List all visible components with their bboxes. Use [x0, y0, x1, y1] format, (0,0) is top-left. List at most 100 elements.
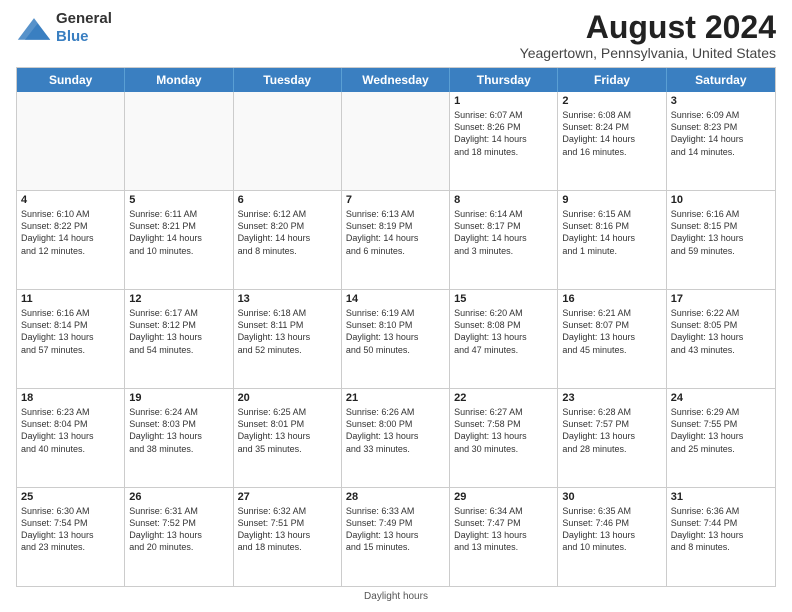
- day-number: 30: [562, 491, 661, 503]
- header-cell-monday: Monday: [125, 68, 233, 92]
- footer-note: Daylight hours: [16, 591, 776, 602]
- calendar-cell: 20Sunrise: 6:25 AM Sunset: 8:01 PM Dayli…: [234, 389, 342, 487]
- cell-details: Sunrise: 6:23 AM Sunset: 8:04 PM Dayligh…: [21, 406, 120, 455]
- day-number: 15: [454, 293, 553, 305]
- day-number: 5: [129, 194, 228, 206]
- logo-general: General: [56, 10, 112, 27]
- cell-details: Sunrise: 6:15 AM Sunset: 8:16 PM Dayligh…: [562, 208, 661, 257]
- cell-details: Sunrise: 6:16 AM Sunset: 8:15 PM Dayligh…: [671, 208, 771, 257]
- day-number: 31: [671, 491, 771, 503]
- day-number: 13: [238, 293, 337, 305]
- calendar-row-3: 11 Sunrise: 6:16 AM Sunset: 8:14 PM Dayli…: [17, 290, 775, 389]
- calendar-cell: 5 Sunrise: 6:11 AM Sunset: 8:21 PM Daylig…: [125, 191, 233, 289]
- calendar-cell: [17, 92, 125, 190]
- calendar-cell: 28Sunrise: 6:33 AM Sunset: 7:49 PM Dayli…: [342, 488, 450, 586]
- calendar-cell: 12Sunrise: 6:17 AM Sunset: 8:12 PM Dayli…: [125, 290, 233, 388]
- calendar-cell: 1Sunrise: 6:07 AM Sunset: 8:26 PM Daylig…: [450, 92, 558, 190]
- title-area: August 2024 Yeagertown, Pennsylvania, Un…: [520, 10, 776, 61]
- calendar-cell: 21Sunrise: 6:26 AM Sunset: 8:00 PM Dayli…: [342, 389, 450, 487]
- calendar-cell: 7 Sunrise: 6:13 AM Sunset: 8:19 PM Daylig…: [342, 191, 450, 289]
- day-number: 2: [562, 95, 661, 107]
- cell-details: Sunrise: 6:14 AM Sunset: 8:17 PM Dayligh…: [454, 208, 553, 257]
- calendar-cell: 4 Sunrise: 6:10 AM Sunset: 8:22 PM Daylig…: [17, 191, 125, 289]
- day-number: 10: [671, 194, 771, 206]
- day-number: 22: [454, 392, 553, 404]
- day-number: 7: [346, 194, 445, 206]
- calendar-cell: 9 Sunrise: 6:15 AM Sunset: 8:16 PM Daylig…: [558, 191, 666, 289]
- cell-details: Sunrise: 6:12 AM Sunset: 8:20 PM Dayligh…: [238, 208, 337, 257]
- day-number: 14: [346, 293, 445, 305]
- logo-blue: Blue: [56, 28, 89, 45]
- calendar-cell: 29Sunrise: 6:34 AM Sunset: 7:47 PM Dayli…: [450, 488, 558, 586]
- calendar-cell: 30 Sunrise: 6:35 AM Sunset: 7:46 PM Dayli…: [558, 488, 666, 586]
- calendar: SundayMondayTuesdayWednesdayThursdayFrid…: [16, 67, 776, 587]
- header-cell-friday: Friday: [558, 68, 666, 92]
- calendar-cell: 11 Sunrise: 6:16 AM Sunset: 8:14 PM Dayli…: [17, 290, 125, 388]
- calendar-row-4: 18 Sunrise: 6:23 AM Sunset: 8:04 PM Dayli…: [17, 389, 775, 488]
- cell-details: Sunrise: 6:07 AM Sunset: 8:26 PM Dayligh…: [454, 109, 553, 158]
- calendar-cell: [125, 92, 233, 190]
- day-number: 9: [562, 194, 661, 206]
- calendar-cell: 31Sunrise: 6:36 AM Sunset: 7:44 PM Dayli…: [667, 488, 775, 586]
- cell-details: Sunrise: 6:16 AM Sunset: 8:14 PM Dayligh…: [21, 307, 120, 356]
- cell-details: Sunrise: 6:10 AM Sunset: 8:22 PM Dayligh…: [21, 208, 120, 257]
- calendar-cell: 18 Sunrise: 6:23 AM Sunset: 8:04 PM Dayli…: [17, 389, 125, 487]
- calendar-cell: 6Sunrise: 6:12 AM Sunset: 8:20 PM Daylig…: [234, 191, 342, 289]
- cell-details: Sunrise: 6:22 AM Sunset: 8:05 PM Dayligh…: [671, 307, 771, 356]
- cell-details: Sunrise: 6:13 AM Sunset: 8:19 PM Dayligh…: [346, 208, 445, 257]
- cell-details: Sunrise: 6:20 AM Sunset: 8:08 PM Dayligh…: [454, 307, 553, 356]
- day-number: 17: [671, 293, 771, 305]
- calendar-cell: 14 Sunrise: 6:19 AM Sunset: 8:10 PM Dayli…: [342, 290, 450, 388]
- day-number: 19: [129, 392, 228, 404]
- calendar-cell: 26 Sunrise: 6:31 AM Sunset: 7:52 PM Dayli…: [125, 488, 233, 586]
- day-number: 4: [21, 194, 120, 206]
- logo-area: General Blue: [16, 10, 112, 46]
- day-number: 26: [129, 491, 228, 503]
- logo-icon: [16, 14, 52, 42]
- calendar-cell: [342, 92, 450, 190]
- calendar-cell: 25 Sunrise: 6:30 AM Sunset: 7:54 PM Dayli…: [17, 488, 125, 586]
- day-number: 16: [562, 293, 661, 305]
- cell-details: Sunrise: 6:18 AM Sunset: 8:11 PM Dayligh…: [238, 307, 337, 356]
- day-number: 24: [671, 392, 771, 404]
- calendar-cell: 2Sunrise: 6:08 AM Sunset: 8:24 PM Daylig…: [558, 92, 666, 190]
- calendar-cell: [234, 92, 342, 190]
- calendar-cell: 27Sunrise: 6:32 AM Sunset: 7:51 PM Dayli…: [234, 488, 342, 586]
- cell-details: Sunrise: 6:35 AM Sunset: 7:46 PM Dayligh…: [562, 505, 661, 554]
- cell-details: Sunrise: 6:33 AM Sunset: 7:49 PM Dayligh…: [346, 505, 445, 554]
- cell-details: Sunrise: 6:11 AM Sunset: 8:21 PM Dayligh…: [129, 208, 228, 257]
- cell-details: Sunrise: 6:27 AM Sunset: 7:58 PM Dayligh…: [454, 406, 553, 455]
- calendar-row-5: 25 Sunrise: 6:30 AM Sunset: 7:54 PM Dayli…: [17, 488, 775, 586]
- day-number: 8: [454, 194, 553, 206]
- day-number: 21: [346, 392, 445, 404]
- calendar-cell: 15 Sunrise: 6:20 AM Sunset: 8:08 PM Dayli…: [450, 290, 558, 388]
- cell-details: Sunrise: 6:31 AM Sunset: 7:52 PM Dayligh…: [129, 505, 228, 554]
- header-cell-wednesday: Wednesday: [342, 68, 450, 92]
- cell-details: Sunrise: 6:24 AM Sunset: 8:03 PM Dayligh…: [129, 406, 228, 455]
- day-number: 29: [454, 491, 553, 503]
- day-number: 11: [21, 293, 120, 305]
- cell-details: Sunrise: 6:09 AM Sunset: 8:23 PM Dayligh…: [671, 109, 771, 158]
- day-number: 27: [238, 491, 337, 503]
- calendar-cell: 17 Sunrise: 6:22 AM Sunset: 8:05 PM Dayli…: [667, 290, 775, 388]
- calendar-cell: 19 Sunrise: 6:24 AM Sunset: 8:03 PM Dayli…: [125, 389, 233, 487]
- calendar-header: SundayMondayTuesdayWednesdayThursdayFrid…: [17, 68, 775, 92]
- logo-text: General Blue: [56, 10, 112, 46]
- cell-details: Sunrise: 6:21 AM Sunset: 8:07 PM Dayligh…: [562, 307, 661, 356]
- cell-details: Sunrise: 6:28 AM Sunset: 7:57 PM Dayligh…: [562, 406, 661, 455]
- calendar-cell: 24Sunrise: 6:29 AM Sunset: 7:55 PM Dayli…: [667, 389, 775, 487]
- day-number: 20: [238, 392, 337, 404]
- calendar-cell: 3Sunrise: 6:09 AM Sunset: 8:23 PM Daylig…: [667, 92, 775, 190]
- header: General Blue August 2024 Yeagertown, Pen…: [16, 10, 776, 61]
- calendar-row-2: 4 Sunrise: 6:10 AM Sunset: 8:22 PM Daylig…: [17, 191, 775, 290]
- day-number: 18: [21, 392, 120, 404]
- main-title: August 2024: [520, 10, 776, 45]
- calendar-cell: 13 Sunrise: 6:18 AM Sunset: 8:11 PM Dayli…: [234, 290, 342, 388]
- cell-details: Sunrise: 6:17 AM Sunset: 8:12 PM Dayligh…: [129, 307, 228, 356]
- logo: General Blue: [16, 10, 112, 46]
- day-number: 25: [21, 491, 120, 503]
- calendar-row-1: 1Sunrise: 6:07 AM Sunset: 8:26 PM Daylig…: [17, 92, 775, 191]
- cell-details: Sunrise: 6:19 AM Sunset: 8:10 PM Dayligh…: [346, 307, 445, 356]
- calendar-cell: 23Sunrise: 6:28 AM Sunset: 7:57 PM Dayli…: [558, 389, 666, 487]
- cell-details: Sunrise: 6:30 AM Sunset: 7:54 PM Dayligh…: [21, 505, 120, 554]
